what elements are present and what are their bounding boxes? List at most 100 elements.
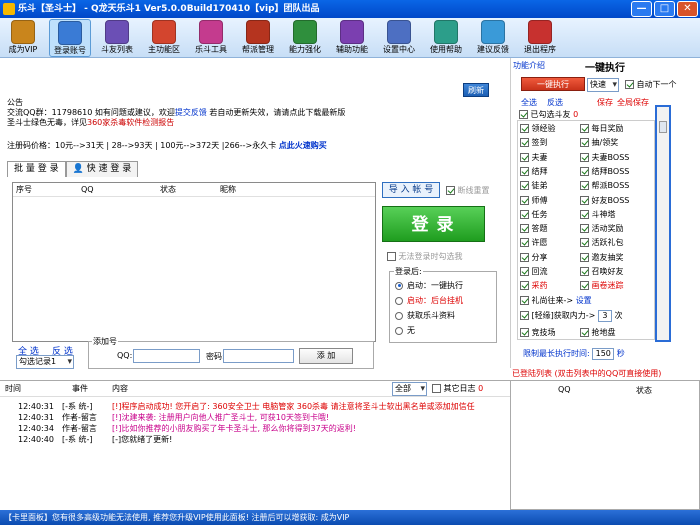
log-filter-select[interactable]: 全部 [392, 382, 427, 396]
task-item[interactable]: 召唤好友 [580, 267, 624, 277]
task-checkbox[interactable] [580, 209, 589, 219]
friends-option[interactable]: 已勾选斗友 0 [519, 109, 578, 120]
buy-now-link[interactable]: 点此火速购买 [279, 141, 327, 150]
qq-input[interactable] [133, 349, 200, 363]
radio-icon[interactable] [395, 296, 403, 305]
task-checkbox[interactable] [580, 138, 589, 148]
save-all-link[interactable]: 全局保存 [617, 97, 649, 108]
task-checkbox[interactable] [520, 209, 529, 219]
territory-checkbox[interactable] [580, 328, 589, 338]
task-checkbox[interactable] [580, 195, 589, 205]
task-checkbox[interactable] [520, 152, 529, 162]
light-checkbox[interactable] [520, 310, 529, 320]
logged-in-list[interactable]: QQ 状态 [510, 380, 700, 510]
task-checkbox[interactable] [580, 152, 589, 162]
maximize-button[interactable]: □ [654, 1, 675, 17]
toolbar-button-4[interactable]: 乐斗工具 [190, 19, 232, 57]
password-input[interactable] [223, 349, 294, 363]
tab-batch-login[interactable]: 批 量 登 录 [7, 161, 66, 177]
toolbar-button-6[interactable]: 能力强化 [284, 19, 326, 57]
task-item[interactable]: 活跃礼包 [580, 238, 624, 248]
task-item[interactable]: 师傅 [520, 195, 548, 206]
auto-next-checkbox[interactable] [625, 80, 634, 89]
gift-checkbox[interactable] [520, 295, 529, 305]
task-item[interactable]: 夫妻BOSS [580, 152, 629, 163]
task-checkbox[interactable] [580, 181, 589, 191]
login-button[interactable]: 登录 [382, 206, 485, 242]
record-select[interactable]: 勾选记录1 [16, 355, 74, 369]
task-checkbox[interactable] [520, 138, 529, 148]
toolbar-button-9[interactable]: 使用帮助 [425, 19, 467, 57]
notice-update[interactable]: 若自动更新失效，请请点此下载最新版 [207, 108, 345, 117]
task-checkbox[interactable] [520, 166, 529, 176]
task-scrollbar[interactable] [655, 105, 671, 342]
task-checkbox[interactable] [580, 238, 589, 248]
task-checkbox[interactable] [580, 267, 589, 276]
task-checkbox[interactable] [520, 238, 529, 248]
toolbar-button-1[interactable]: 登录账号 [49, 19, 91, 57]
task-checkbox[interactable] [520, 124, 529, 133]
toolbar-button-5[interactable]: 帮派管理 [237, 19, 279, 57]
task-checkbox[interactable] [580, 281, 589, 291]
toolbar-button-8[interactable]: 设置中心 [378, 19, 420, 57]
gift-settings-link[interactable]: 设置 [576, 296, 592, 305]
auto-next-option[interactable]: 自动下一个 [625, 79, 677, 90]
other-log-checkbox[interactable] [432, 384, 441, 393]
task-item[interactable]: 夫妻 [520, 152, 548, 163]
one-click-execute-button[interactable]: 一键执行 [521, 77, 585, 91]
radio-icon[interactable] [395, 311, 403, 320]
task-checkbox[interactable] [580, 124, 589, 133]
no-login-checkbox[interactable] [387, 252, 396, 261]
tasks-invert[interactable]: 反选 [547, 97, 563, 108]
recover-checkbox[interactable] [446, 186, 455, 195]
task-item[interactable]: 徒弟 [520, 181, 548, 191]
gift-option[interactable]: 礼尚往来-> 设置 [520, 295, 592, 306]
save-link[interactable]: 保存 [597, 97, 613, 108]
tasks-select-all[interactable]: 全选 [521, 97, 537, 108]
tab-quick-login[interactable]: 👤 快 速 登 录 [65, 161, 139, 177]
antivirus-report-link[interactable]: 360家杀毒软件检测报告 [87, 118, 174, 127]
task-item[interactable]: 每日奖励 [580, 124, 624, 134]
task-item[interactable]: 分享 [520, 252, 548, 263]
task-item[interactable]: 结拜 [520, 166, 548, 177]
task-item[interactable]: 斗神塔 [580, 209, 616, 220]
task-item[interactable]: 领经验 [520, 124, 556, 134]
after-login-option-4[interactable]: 无 [395, 326, 415, 336]
task-item[interactable]: 回流 [520, 267, 548, 277]
no-login-option[interactable]: 无法登录时勾选我 [387, 251, 463, 262]
task-checkbox[interactable] [580, 166, 589, 176]
account-list[interactable]: 序号 QQ 状态 昵称 [12, 182, 376, 342]
task-item[interactable]: 任务 [520, 209, 548, 220]
task-checkbox[interactable] [520, 195, 529, 205]
toolbar-button-7[interactable]: 辅助功能 [331, 19, 373, 57]
task-checkbox[interactable] [580, 224, 589, 234]
task-checkbox[interactable] [520, 267, 529, 276]
task-item[interactable]: 答题 [520, 224, 548, 234]
task-item[interactable]: 邀友抽奖 [580, 252, 624, 263]
after-login-option-1[interactable]: 启动：一键执行 [395, 281, 463, 291]
feedback-link[interactable]: 提交反馈 [175, 108, 207, 117]
speed-select[interactable]: 快速 [587, 78, 619, 92]
task-item[interactable]: 好友BOSS [580, 195, 629, 206]
radio-icon[interactable] [395, 326, 403, 335]
light-option[interactable]: [轻缘]获取内力-> 3 次 [520, 309, 622, 322]
friends-checkbox[interactable] [519, 110, 528, 119]
import-accounts-button[interactable]: 导 入 帐 号 [382, 182, 440, 198]
close-button[interactable]: ✕ [677, 1, 698, 17]
add-button[interactable]: 添 加 [299, 348, 353, 364]
toolbar-button-2[interactable]: 斗友列表 [96, 19, 138, 57]
recover-option[interactable]: 断线重置 [446, 185, 490, 196]
task-item[interactable]: 帮派BOSS [580, 181, 629, 191]
task-checkbox[interactable] [520, 224, 529, 234]
refresh-button[interactable]: 刷新 [463, 83, 489, 97]
task-checkbox[interactable] [520, 281, 529, 291]
feature-intro-link[interactable]: 功能介绍 [513, 60, 545, 71]
scroll-thumb[interactable] [659, 121, 667, 133]
task-item[interactable]: 结拜BOSS [580, 166, 629, 177]
light-count-input[interactable]: 3 [597, 309, 612, 322]
after-login-option-2[interactable]: 启动：后台挂机 [395, 296, 463, 306]
task-item[interactable]: 抽/领奖 [580, 138, 618, 148]
task-item[interactable]: 活动奖励 [580, 224, 624, 234]
radio-icon[interactable] [395, 281, 403, 290]
toolbar-button-3[interactable]: 主功能区 [143, 19, 185, 57]
